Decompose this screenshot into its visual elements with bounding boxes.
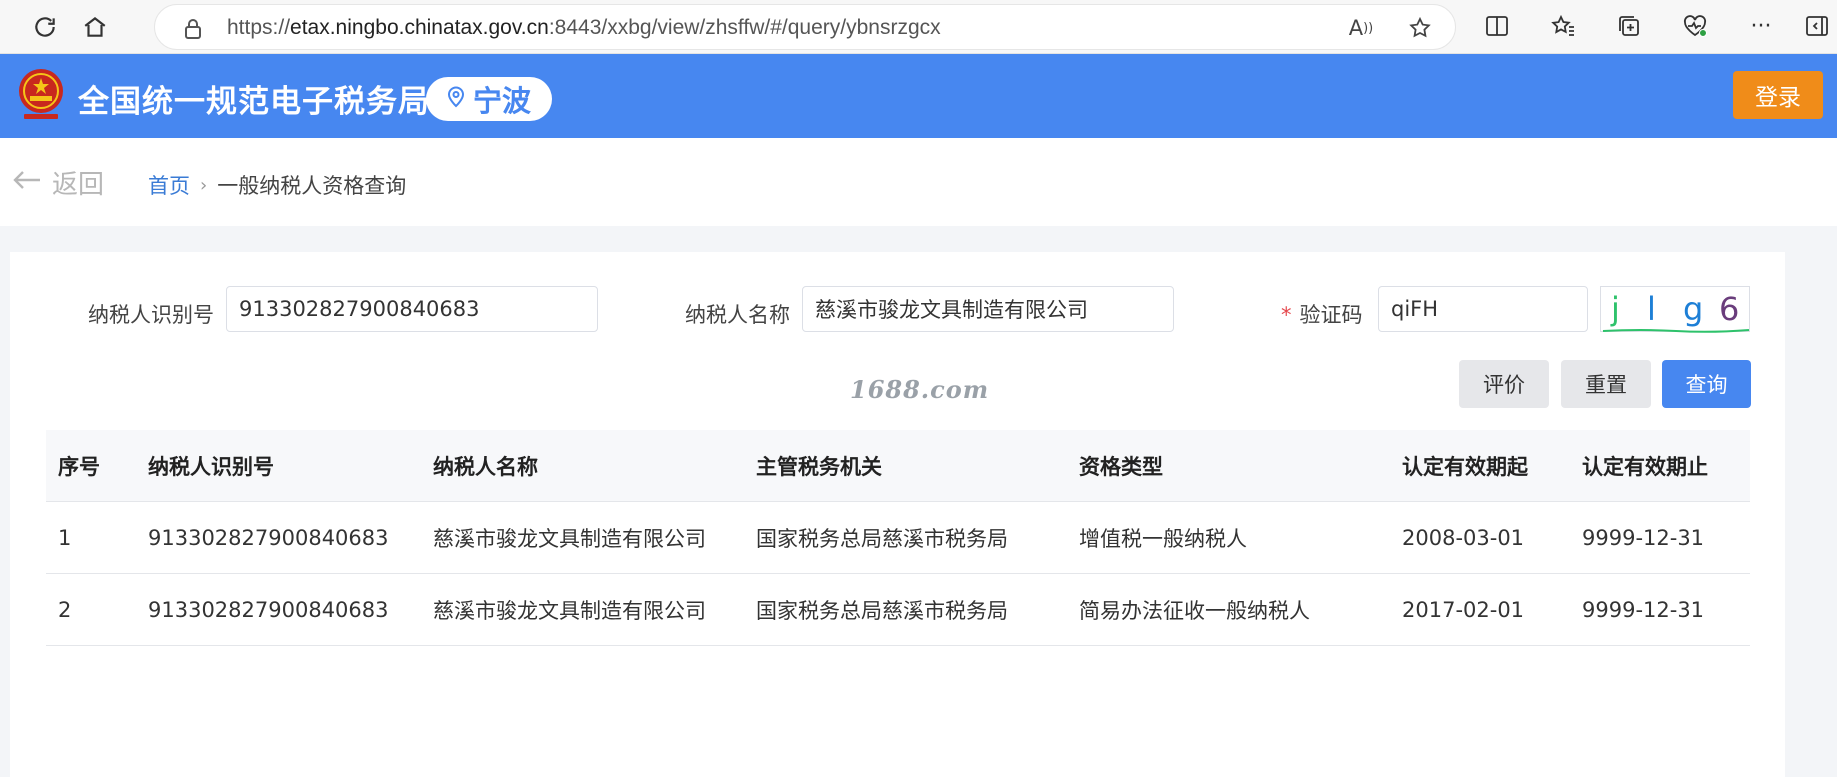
site-title: 全国统一规范电子税务局 — [78, 84, 430, 120]
taxpayer-name-label: 纳税人名称 — [685, 303, 790, 327]
collections-icon[interactable] — [1612, 9, 1646, 43]
header-cell-index: 序号 — [58, 455, 100, 479]
results-table: 序号 纳税人识别号 纳税人名称 主管税务机关 资格类型 认定有效期起 认定有效期… — [46, 430, 1750, 646]
table-row: 2 913302827900840683 慈溪市骏龙文具制造有限公司 国家税务总… — [46, 574, 1750, 646]
taxpayer-id-label: 纳税人识别号 — [88, 303, 214, 327]
query-panel: 纳税人识别号 913302827900840683 纳税人名称 慈溪市骏龙文具制… — [10, 252, 1785, 777]
login-button[interactable]: 登录 — [1733, 71, 1823, 119]
cell-valid-from: 2008-03-01 — [1402, 526, 1525, 550]
sidebar-toggle-icon[interactable] — [1800, 9, 1834, 43]
national-emblem-logo — [16, 66, 66, 124]
address-bar[interactable]: https://etax.ningbo.chinatax.gov.cn:8443… — [154, 4, 1456, 50]
cell-index: 2 — [58, 598, 72, 622]
favorite-star-icon[interactable] — [1407, 15, 1433, 41]
captcha-input[interactable]: qiFH — [1378, 286, 1588, 332]
arrow-left-icon — [12, 168, 42, 198]
cell-tax-authority: 国家税务总局慈溪市税务局 — [756, 599, 1008, 623]
captcha-char: j — [1610, 290, 1620, 328]
taxpayer-name-input[interactable]: 慈溪市骏龙文具制造有限公司 — [802, 286, 1174, 332]
captcha-image[interactable]: jlg6 — [1600, 286, 1750, 333]
watermark-text: 1688.com — [850, 375, 990, 404]
header-cell-taxpayer-name: 纳税人名称 — [433, 455, 538, 479]
header-cell-valid-to: 认定有效期止 — [1582, 455, 1708, 479]
breadcrumb-home-link[interactable]: 首页 — [148, 170, 190, 200]
required-mark: * — [1281, 303, 1292, 327]
city-selector[interactable]: 宁波 — [426, 77, 552, 121]
back-label: 返回 — [52, 170, 105, 200]
cell-valid-from: 2017-02-01 — [1402, 598, 1525, 622]
cell-valid-to: 9999-12-31 — [1582, 598, 1705, 622]
browser-essentials-icon[interactable] — [1678, 9, 1712, 43]
site-header: 全国统一规范电子税务局 宁波 登录 — [0, 54, 1837, 138]
cell-index: 1 — [58, 526, 72, 550]
cell-taxpayer-id: 913302827900840683 — [148, 526, 389, 550]
evaluate-button[interactable]: 评价 — [1459, 360, 1549, 408]
cell-qualification-type: 简易办法征收一般纳税人 — [1079, 599, 1310, 623]
more-menu-icon[interactable]: ··· — [1744, 9, 1778, 43]
chevron-right-icon: › — [200, 174, 208, 196]
header-cell-qualification-type: 资格类型 — [1079, 455, 1163, 479]
url-text[interactable]: https://etax.ningbo.chinatax.gov.cn:8443… — [227, 16, 941, 40]
reset-button[interactable]: 重置 — [1561, 360, 1651, 408]
captcha-char: g — [1683, 290, 1703, 328]
header-cell-tax-authority: 主管税务机关 — [756, 455, 882, 479]
query-button[interactable]: 查询 — [1662, 360, 1751, 408]
cell-taxpayer-name: 慈溪市骏龙文具制造有限公司 — [433, 599, 706, 623]
city-name: 宁波 — [472, 84, 531, 118]
favorites-icon[interactable] — [1546, 9, 1580, 43]
header-cell-valid-from: 认定有效期起 — [1402, 455, 1528, 479]
browser-toolbar: https://etax.ningbo.chinatax.gov.cn:8443… — [0, 0, 1837, 54]
split-screen-icon[interactable] — [1480, 9, 1514, 43]
breadcrumb-bar: 返回 首页 › 一般纳税人资格查询 — [0, 138, 1837, 226]
breadcrumb-current: 一般纳税人资格查询 — [217, 174, 407, 198]
table-row: 1 913302827900840683 慈溪市骏龙文具制造有限公司 国家税务总… — [46, 502, 1750, 574]
cell-taxpayer-name: 慈溪市骏龙文具制造有限公司 — [433, 527, 706, 551]
header-cell-taxpayer-id: 纳税人识别号 — [148, 455, 274, 479]
captcha-char: l — [1647, 290, 1656, 328]
cell-valid-to: 9999-12-31 — [1582, 526, 1705, 550]
lock-icon[interactable] — [183, 18, 203, 44]
table-header: 序号 纳税人识别号 纳税人名称 主管税务机关 资格类型 认定有效期起 认定有效期… — [46, 430, 1750, 502]
location-pin-icon — [447, 86, 465, 112]
back-button[interactable]: 返回 — [12, 164, 104, 201]
read-aloud-icon[interactable]: A)) — [1348, 15, 1374, 41]
breadcrumb: 首页 › 一般纳税人资格查询 — [148, 170, 406, 200]
captcha-char: 6 — [1719, 290, 1739, 328]
captcha-label: * 验证码 — [1281, 303, 1363, 327]
home-icon[interactable] — [76, 8, 114, 46]
refresh-icon[interactable] — [26, 8, 64, 46]
taxpayer-id-input[interactable]: 913302827900840683 — [226, 286, 598, 332]
cell-taxpayer-id: 913302827900840683 — [148, 598, 389, 622]
cell-tax-authority: 国家税务总局慈溪市税务局 — [756, 527, 1008, 551]
cell-qualification-type: 增值税一般纳税人 — [1079, 527, 1247, 551]
